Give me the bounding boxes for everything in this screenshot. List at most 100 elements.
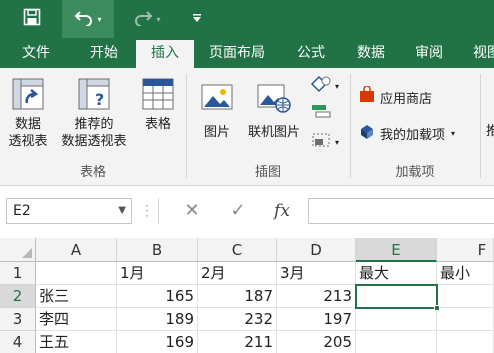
fill-handle[interactable] bbox=[434, 305, 440, 311]
customize-quick-access-icon bbox=[192, 13, 202, 26]
picture-icon bbox=[200, 81, 234, 120]
cell-d3[interactable]: 197 bbox=[277, 308, 356, 331]
undo-icon bbox=[74, 8, 94, 30]
tab-review[interactable]: 审阅 bbox=[404, 38, 454, 68]
row-header-3[interactable]: 3 bbox=[0, 308, 36, 331]
row-header-4[interactable]: 4 bbox=[0, 331, 36, 353]
tab-data[interactable]: 数据 bbox=[346, 38, 396, 68]
my-addins-label: 我的加载项 bbox=[380, 127, 446, 143]
cell-c4[interactable]: 211 bbox=[198, 331, 277, 353]
undo-button[interactable]: ▾ bbox=[62, 0, 114, 38]
recommended-pivot-button[interactable]: ? 推荐的 数据透视表 bbox=[54, 76, 134, 150]
cell-a4[interactable]: 王五 bbox=[36, 331, 117, 353]
ribbon-tabs: 文件 开始 插入 页面布局 公式 数据 审阅 视图 bbox=[0, 38, 494, 68]
redo-icon bbox=[133, 8, 153, 30]
pivot-table-label-2: 透视表 bbox=[8, 134, 48, 149]
cell-f1[interactable]: 最小 bbox=[437, 262, 494, 285]
screenshot-icon bbox=[310, 131, 332, 153]
tab-formulas[interactable]: 公式 bbox=[286, 38, 336, 68]
group-separator bbox=[480, 74, 481, 178]
cell-e1[interactable]: 最大 bbox=[356, 262, 437, 285]
pivot-table-button[interactable]: 数据 透视表 bbox=[2, 76, 54, 150]
save-button[interactable] bbox=[14, 0, 50, 38]
cell-e3[interactable] bbox=[356, 308, 437, 331]
enter-formula-button[interactable]: ✓ bbox=[226, 198, 250, 224]
cell-f3[interactable] bbox=[437, 308, 494, 331]
cell-b4[interactable]: 169 bbox=[117, 331, 198, 353]
cell-d4[interactable]: 205 bbox=[277, 331, 356, 353]
formula-bar: E2 ▼ · · · ✕ ✓ fx bbox=[0, 186, 494, 238]
fx-icon: fx bbox=[274, 201, 290, 221]
cell-e4[interactable] bbox=[356, 331, 437, 353]
next-group-partial-label[interactable]: 推 bbox=[486, 120, 494, 139]
recommended-pivot-label-2: 数据透视表 bbox=[61, 134, 127, 149]
table-button[interactable]: 表格 bbox=[136, 76, 180, 133]
column-header-d[interactable]: D bbox=[277, 238, 356, 262]
name-box[interactable]: E2 ▼ bbox=[6, 198, 132, 224]
tab-page-layout[interactable]: 页面布局 bbox=[198, 38, 276, 68]
my-addins-icon bbox=[358, 122, 376, 144]
shapes-icon bbox=[310, 75, 332, 97]
column-header-a[interactable]: A bbox=[36, 238, 117, 262]
column-header-c[interactable]: C bbox=[198, 238, 277, 262]
store-label: 应用商店 bbox=[380, 91, 433, 107]
cell-f4[interactable] bbox=[437, 331, 494, 353]
cell-c3[interactable]: 232 bbox=[198, 308, 277, 331]
table-label: 表格 bbox=[144, 117, 171, 132]
cell-b2[interactable]: 165 bbox=[117, 285, 198, 308]
tab-file[interactable]: 文件 bbox=[8, 38, 64, 68]
active-cell-e2[interactable] bbox=[355, 284, 438, 309]
cancel-formula-button[interactable]: ✕ bbox=[180, 198, 204, 224]
cell-b1[interactable]: 1月 bbox=[117, 262, 198, 285]
redo-dropdown-icon[interactable]: ▾ bbox=[156, 15, 160, 24]
ribbon-insert: 数据 透视表 ? 推荐的 数据透视表 表格 表格 图片 联机图片 ▾ ▾ 插图 … bbox=[0, 68, 494, 186]
tab-view[interactable]: 视图 bbox=[462, 38, 494, 68]
row-header-1[interactable]: 1 bbox=[0, 262, 36, 285]
formula-input[interactable] bbox=[308, 198, 494, 224]
recommended-pivot-label-1: 推荐的 bbox=[74, 117, 114, 132]
online-pictures-button[interactable]: 联机图片 bbox=[242, 76, 306, 141]
customize-quick-access-button[interactable] bbox=[186, 0, 208, 38]
quick-access-toolbar: ▾ ▾ bbox=[0, 0, 494, 38]
name-box-dropdown-icon[interactable]: ▼ bbox=[118, 199, 126, 223]
spreadsheet-grid: A B C D E F 1 2 3 4 1月 2月 3月 最大 最小 张三 16… bbox=[0, 238, 494, 353]
column-header-e[interactable]: E bbox=[356, 238, 437, 262]
screenshot-button[interactable]: ▾ bbox=[310, 132, 346, 152]
cell-b3[interactable]: 189 bbox=[117, 308, 198, 331]
name-box-value: E2 bbox=[13, 203, 31, 219]
my-addins-button[interactable]: 我的加载项 ▾ bbox=[358, 122, 455, 144]
cell-c1[interactable]: 2月 bbox=[198, 262, 277, 285]
pictures-button[interactable]: 图片 bbox=[192, 76, 242, 141]
tab-home[interactable]: 开始 bbox=[76, 38, 132, 68]
redo-button[interactable]: ▾ bbox=[124, 0, 170, 38]
screenshot-dropdown-icon: ▾ bbox=[335, 137, 340, 147]
cell-f2[interactable] bbox=[437, 285, 494, 308]
cell-a1[interactable] bbox=[36, 262, 117, 285]
smartart-button[interactable] bbox=[310, 104, 346, 124]
cell-a2[interactable]: 张三 bbox=[36, 285, 117, 308]
cancel-icon: ✕ bbox=[184, 200, 200, 221]
cell-c2[interactable]: 187 bbox=[198, 285, 277, 308]
formula-bar-separator bbox=[158, 198, 159, 224]
group-label-tables: 表格 bbox=[79, 165, 106, 180]
column-header-f[interactable]: F bbox=[437, 238, 494, 262]
table-icon bbox=[141, 77, 175, 116]
my-addins-dropdown-icon: ▾ bbox=[451, 128, 456, 138]
cell-d1[interactable]: 3月 bbox=[277, 262, 356, 285]
select-all-button[interactable] bbox=[0, 238, 36, 262]
tab-insert[interactable]: 插入 bbox=[136, 40, 194, 68]
undo-dropdown-icon[interactable]: ▾ bbox=[97, 15, 101, 24]
row-header-2[interactable]: 2 bbox=[0, 285, 36, 308]
insert-function-button[interactable]: fx bbox=[270, 198, 294, 224]
cell-d2[interactable]: 213 bbox=[277, 285, 356, 308]
group-label-addins: 加载项 bbox=[395, 165, 435, 180]
check-icon: ✓ bbox=[230, 200, 246, 221]
online-picture-icon bbox=[256, 81, 292, 120]
pictures-label: 图片 bbox=[203, 125, 230, 140]
store-button[interactable]: 应用商店 bbox=[358, 85, 433, 108]
column-header-b[interactable]: B bbox=[117, 238, 198, 262]
store-icon bbox=[358, 85, 376, 108]
shapes-button[interactable]: ▾ bbox=[310, 75, 346, 97]
cell-a3[interactable]: 李四 bbox=[36, 308, 117, 331]
formula-bar-grip-icon[interactable]: · · · bbox=[145, 200, 151, 222]
